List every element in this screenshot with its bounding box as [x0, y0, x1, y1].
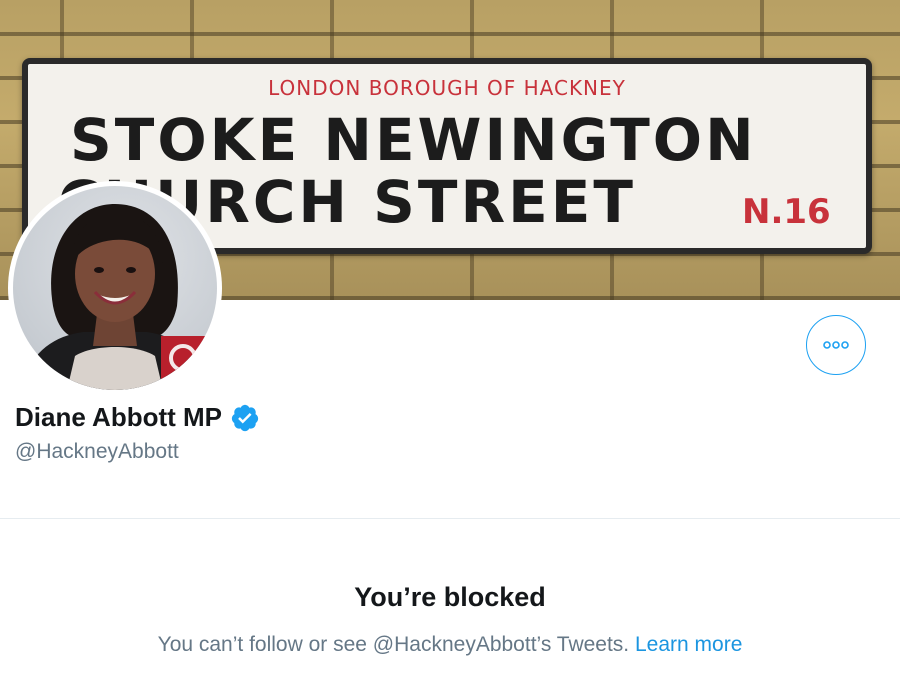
sign-borough-text: LONDON BOROUGH OF HACKNEY: [268, 76, 626, 100]
avatar[interactable]: [8, 181, 222, 395]
blocked-message: You can’t follow or see @HackneyAbbott’s…: [0, 633, 900, 657]
portrait-illustration: [23, 204, 217, 390]
more-options-button[interactable]: [806, 315, 866, 375]
profile-photo: [13, 186, 217, 390]
blocked-message-text: You can’t follow or see @HackneyAbbott’s…: [157, 633, 635, 656]
sign-postcode: N.16: [742, 192, 831, 232]
learn-more-link[interactable]: Learn more: [635, 633, 742, 656]
profile-name-row: Diane Abbott MP: [15, 402, 260, 433]
blocked-title: You’re blocked: [354, 582, 546, 612]
profile-handle: @HackneyAbbott: [15, 440, 179, 463]
display-name: Diane Abbott MP: [15, 402, 223, 432]
sign-street-line1: STOKE NEWINGTON: [70, 106, 757, 174]
divider: [0, 518, 900, 519]
verified-badge-icon: [230, 403, 260, 433]
more-options-icon: [823, 341, 849, 349]
